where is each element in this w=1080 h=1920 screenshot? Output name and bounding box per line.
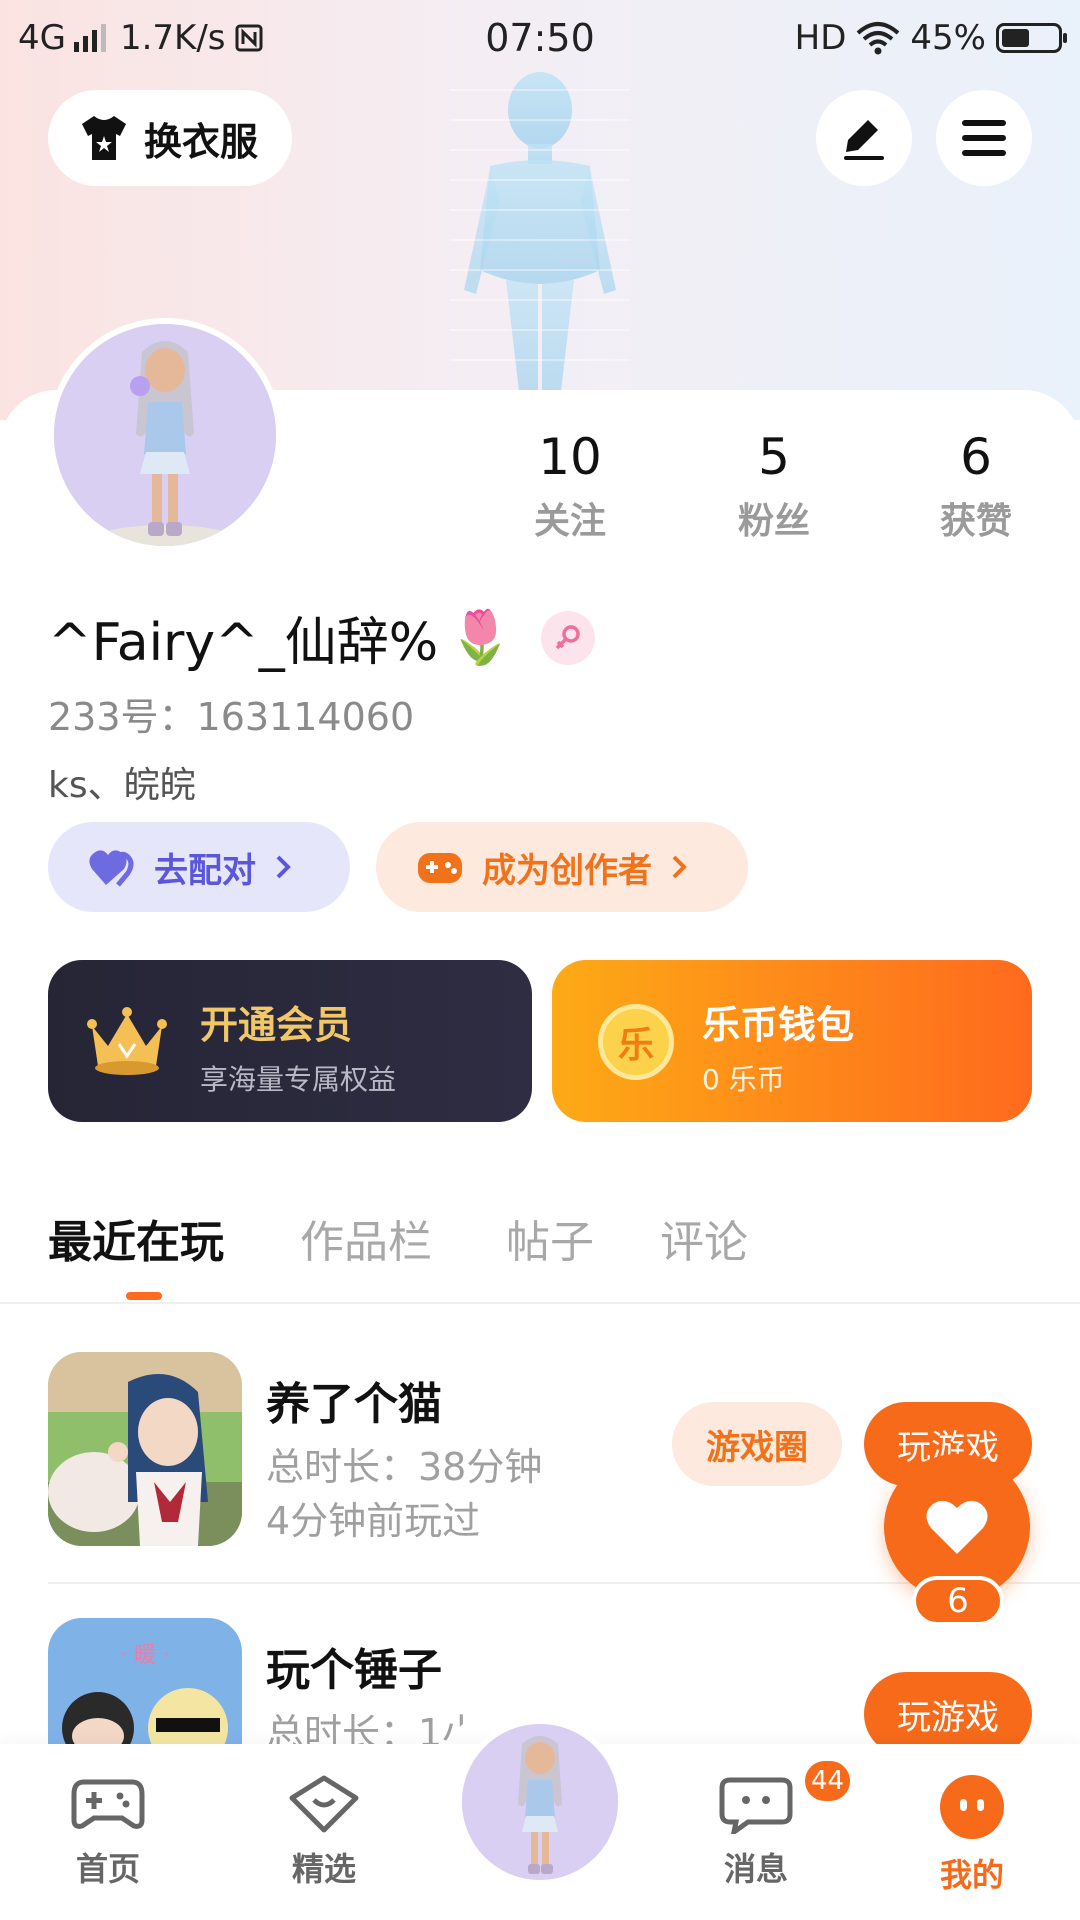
nav-me[interactable]: 我的 xyxy=(892,1774,1052,1896)
female-gender-icon xyxy=(540,610,595,665)
nav-center-avatar[interactable] xyxy=(456,1718,624,1886)
nickname-row: ^Fairy^_仙辞% 🌷 xyxy=(48,600,595,675)
nav-home[interactable]: 首页 xyxy=(28,1774,188,1890)
game-last-played: 4分钟前玩过 xyxy=(266,1499,481,1543)
become-creator-button[interactable]: 成为创作者 xyxy=(376,822,748,912)
pen-icon xyxy=(844,120,884,160)
tab-posts[interactable]: 帖子 xyxy=(506,1206,594,1270)
user-id: 233号：163114060 xyxy=(48,695,415,739)
wallet-title: 乐币钱包 xyxy=(702,1003,855,1047)
tab-recently-played[interactable]: 最近在玩 xyxy=(48,1206,224,1270)
messages-unread-badge: 44 xyxy=(802,1758,854,1804)
menu-button[interactable] xyxy=(936,90,1032,186)
change-outfit-button[interactable]: 换衣服 xyxy=(48,90,292,186)
play-game-button[interactable]: 玩游戏 xyxy=(864,1672,1032,1744)
game-circle-button[interactable]: 游戏圈 xyxy=(672,1402,842,1486)
become-creator-label: 成为创作者 xyxy=(482,850,652,891)
nav-home-label: 首页 xyxy=(75,1850,140,1888)
battery-icon xyxy=(996,23,1067,53)
stat-fans[interactable]: 5 粉丝 xyxy=(674,428,874,544)
tulip-emoji: 🌷 xyxy=(448,608,513,668)
svg-text:· 暖 ·: · 暖 · xyxy=(120,1643,170,1668)
gamepad-icon xyxy=(418,853,462,883)
go-pair-button[interactable]: 去配对 xyxy=(48,822,350,912)
stat-following-value: 10 xyxy=(538,428,602,486)
nav-messages-label: 消息 xyxy=(723,1850,788,1888)
vip-membership-card[interactable]: 开通会员 享海量专属权益 xyxy=(48,960,532,1122)
chat-bubble-icon xyxy=(719,1777,793,1838)
tab-comments[interactable]: 评论 xyxy=(660,1206,748,1270)
coin-wallet-card[interactable]: 乐 乐币钱包 0 乐币 xyxy=(552,960,1032,1122)
hamburger-menu-icon xyxy=(962,120,1006,156)
nav-me-label: 我的 xyxy=(939,1856,1004,1894)
heart-icon xyxy=(926,1500,988,1554)
smile-face-icon xyxy=(940,1775,1004,1839)
profile-stats: 10 关注 5 粉丝 6 获赞 xyxy=(470,428,1070,558)
stat-following-label: 关注 xyxy=(533,501,606,542)
change-outfit-label: 换衣服 xyxy=(144,119,259,164)
game-duration: 总时长：38分钟 xyxy=(266,1445,543,1489)
stat-likes-label: 获赞 xyxy=(939,501,1012,542)
tab-works[interactable]: 作品栏 xyxy=(300,1206,432,1270)
profile-avatar[interactable] xyxy=(48,318,282,552)
status-right: HD 45% xyxy=(794,18,1067,58)
battery-percent: 45% xyxy=(910,18,986,58)
tshirt-icon xyxy=(82,116,126,160)
game-title: 养了个猫 xyxy=(266,1379,442,1430)
nickname: ^Fairy^_仙辞% xyxy=(48,613,439,673)
heart-box-icon xyxy=(289,1775,359,1833)
stat-following[interactable]: 10 关注 xyxy=(470,428,670,544)
coin-icon: 乐 xyxy=(598,1004,674,1080)
stat-likes[interactable]: 6 获赞 xyxy=(876,428,1076,544)
chevron-right-icon xyxy=(276,855,291,879)
wifi-icon xyxy=(857,22,900,55)
user-bio: ks、皖皖 xyxy=(48,765,196,806)
double-heart-icon xyxy=(89,850,134,887)
game-title: 玩个锤子 xyxy=(266,1645,442,1696)
game-thumbnail xyxy=(48,1352,242,1546)
like-count-badge: 6 xyxy=(912,1576,1004,1626)
avatar-hologram-figure xyxy=(450,72,630,400)
stat-likes-value: 6 xyxy=(960,428,992,486)
vip-title: 开通会员 xyxy=(200,1003,353,1047)
avatar-character-image xyxy=(54,324,276,546)
active-tab-indicator xyxy=(126,1292,162,1300)
wallet-balance: 0 乐币 xyxy=(702,1063,785,1096)
nav-featured-label: 精选 xyxy=(291,1850,356,1888)
gamepad-icon xyxy=(71,1779,145,1829)
edit-profile-button[interactable] xyxy=(816,90,912,186)
game-thumbnail: · 暖 · xyxy=(48,1618,242,1744)
avatar-character-image xyxy=(462,1724,618,1880)
crown-icon xyxy=(87,1007,167,1075)
hd-indicator: HD xyxy=(794,18,847,58)
tabs-divider xyxy=(0,1302,1080,1304)
chevron-right-icon xyxy=(672,855,687,879)
nav-messages[interactable]: 44 消息 xyxy=(676,1758,854,1890)
status-bar: 4G 1.7K/s 07:50 HD 45% xyxy=(0,0,1080,76)
nav-featured[interactable]: 精选 xyxy=(244,1774,404,1890)
stat-fans-value: 5 xyxy=(758,428,790,486)
stat-fans-label: 粉丝 xyxy=(737,501,810,542)
go-pair-label: 去配对 xyxy=(154,850,256,891)
coin-icon-char: 乐 xyxy=(617,1025,654,1066)
vip-subtitle: 享海量专属权益 xyxy=(200,1063,397,1096)
